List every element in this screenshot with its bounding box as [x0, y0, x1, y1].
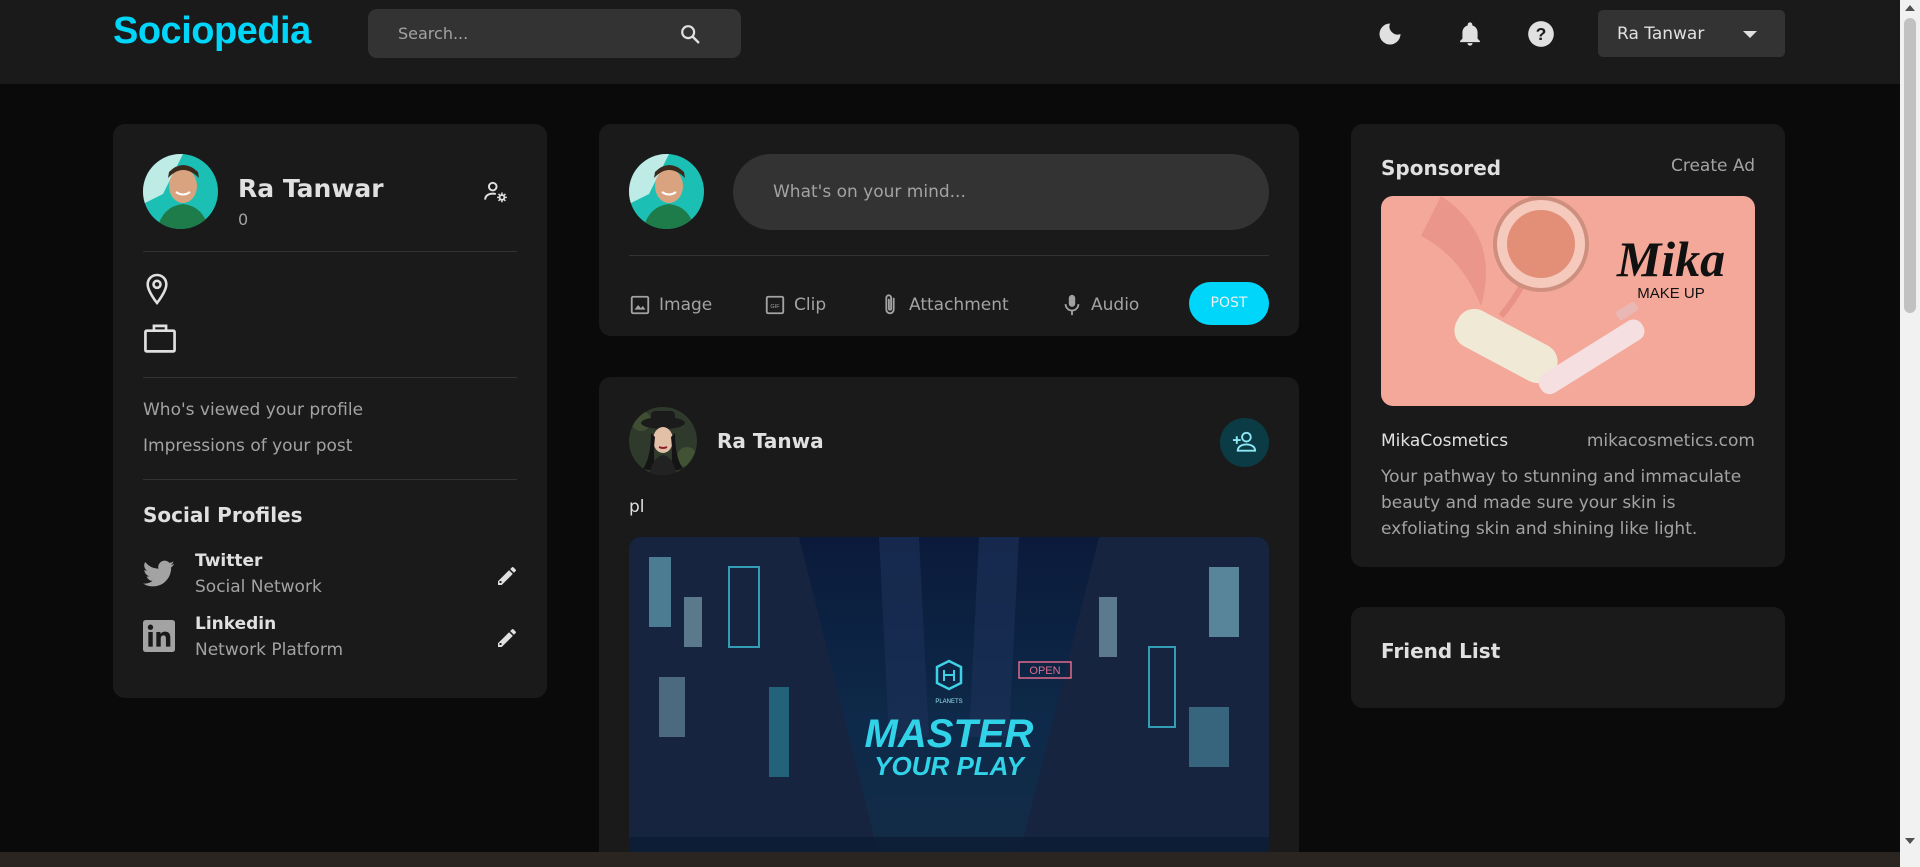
- scroll-up-icon[interactable]: [1905, 5, 1915, 11]
- post-author-name[interactable]: Ra Tanwa: [717, 429, 824, 453]
- divider: [629, 255, 1269, 256]
- linkedin-sub: Network Platform: [195, 640, 344, 660]
- divider: [143, 479, 517, 480]
- post-input-placeholder: What's on your mind...: [773, 182, 966, 202]
- avatar[interactable]: [143, 154, 218, 229]
- avatar[interactable]: [629, 154, 704, 229]
- edit-icon[interactable]: [495, 626, 519, 650]
- twitter-sub: Social Network: [195, 577, 322, 597]
- social-profiles-title: Social Profiles: [143, 503, 303, 527]
- divider: [143, 251, 517, 252]
- notifications-icon[interactable]: [1456, 20, 1484, 48]
- post-button[interactable]: POST: [1189, 282, 1269, 325]
- clip-action[interactable]: GIF Clip: [764, 290, 826, 320]
- edit-icon[interactable]: [495, 564, 519, 588]
- attachment-action-label: Attachment: [909, 295, 1009, 315]
- neon-sign-text: OPEN: [1029, 665, 1060, 677]
- post-impressions-label: Impressions of your post: [143, 436, 353, 456]
- ad-image-brand: Mika: [1616, 231, 1725, 287]
- scroll-down-icon[interactable]: [1905, 838, 1915, 844]
- image-title-line1: MASTER: [865, 712, 1034, 756]
- ad-image-sub: MAKE UP: [1637, 285, 1705, 302]
- profile-name[interactable]: Ra Tanwar: [238, 174, 384, 203]
- friend-list-title: Friend List: [1381, 639, 1501, 663]
- ad-description: Your pathway to stunning and immaculate …: [1381, 467, 1742, 539]
- scroll-thumb[interactable]: [1904, 18, 1916, 313]
- person-add-icon: [1232, 431, 1257, 452]
- image-action-label: Image: [659, 295, 713, 315]
- ad-image[interactable]: Mika MAKE UP: [1381, 196, 1755, 406]
- post-image[interactable]: OPEN PLANETS MASTER YOUR PLAY: [629, 537, 1269, 857]
- briefcase-icon: [144, 324, 176, 353]
- manage-account-icon[interactable]: [483, 179, 509, 205]
- twitter-link[interactable]: Twitter: [195, 551, 262, 571]
- image-action[interactable]: Image: [629, 290, 712, 320]
- create-ad-link[interactable]: Create Ad: [1671, 156, 1755, 176]
- feed-post: Ra Tanwa pl OPEN PLANETS MASTER YOUR PLA…: [599, 377, 1299, 867]
- user-select[interactable]: Ra Tanwar: [1598, 10, 1785, 57]
- linkedin-icon: [143, 620, 175, 652]
- search-input[interactable]: Search...: [398, 24, 468, 43]
- friends-count: 0: [238, 210, 249, 229]
- sponsored-title: Sponsored: [1381, 156, 1502, 180]
- sponsored-card: Sponsored Create Ad Mika MAKE UP MikaCos…: [1351, 124, 1785, 567]
- svg-text:GIF: GIF: [770, 304, 780, 310]
- twitter-icon: [143, 560, 175, 587]
- image-title-line2: YOUR PLAY: [874, 751, 1026, 781]
- microphone-icon: [1064, 294, 1080, 316]
- chevron-down-icon: [1743, 31, 1757, 38]
- svg-text:?: ?: [1536, 24, 1547, 44]
- post-composer: What's on your mind... Image GIF Clip At…: [599, 124, 1299, 336]
- audio-action[interactable]: Audio: [1061, 290, 1139, 320]
- brand-logo[interactable]: Sociopedia: [113, 10, 311, 53]
- help-icon[interactable]: ?: [1527, 20, 1555, 48]
- divider: [143, 377, 517, 378]
- taskbar-strip: [0, 852, 1900, 867]
- search-icon[interactable]: [679, 23, 701, 45]
- top-navbar: Sociopedia Search... ? Ra Tanwar: [0, 0, 1900, 84]
- image-brand-text: PLANETS: [935, 699, 962, 705]
- ad-site-link[interactable]: mikacosmetics.com: [1587, 431, 1755, 451]
- profile-card: Ra Tanwar 0 Who's viewed your profile Im…: [113, 124, 547, 698]
- attachment-icon: [885, 294, 895, 315]
- friend-list-card: Friend List: [1351, 607, 1785, 708]
- search-bar[interactable]: Search...: [368, 9, 741, 58]
- dark-mode-icon[interactable]: [1376, 20, 1404, 48]
- location-icon: [146, 273, 168, 306]
- attachment-action[interactable]: Attachment: [879, 290, 1009, 320]
- clip-action-label: Clip: [794, 295, 827, 315]
- profile-views-label: Who's viewed your profile: [143, 400, 364, 420]
- add-friend-button[interactable]: [1220, 418, 1269, 467]
- linkedin-link[interactable]: Linkedin: [195, 614, 276, 634]
- post-input[interactable]: What's on your mind...: [733, 154, 1269, 230]
- page-scrollbar[interactable]: [1900, 0, 1920, 867]
- post-author-avatar[interactable]: [629, 407, 697, 475]
- image-icon: [630, 295, 650, 315]
- audio-action-label: Audio: [1091, 295, 1140, 315]
- post-text: pl: [629, 497, 645, 517]
- user-select-label: Ra Tanwar: [1617, 24, 1705, 44]
- ad-brand-name: MikaCosmetics: [1381, 431, 1509, 451]
- gif-icon: GIF: [765, 295, 785, 315]
